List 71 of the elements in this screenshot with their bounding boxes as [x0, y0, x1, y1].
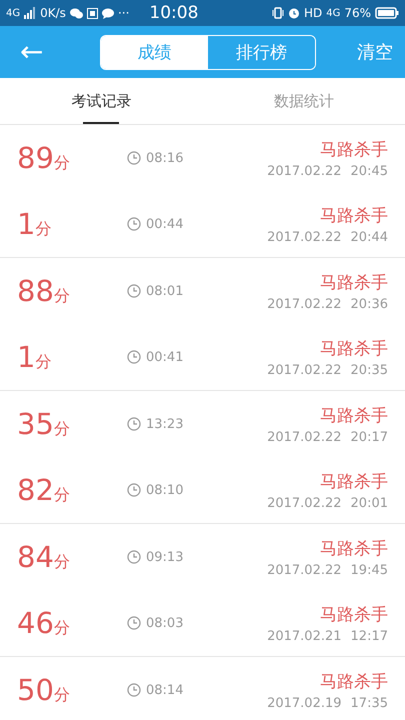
clock-icon — [127, 350, 141, 364]
record-date: 2017.02.22 — [267, 496, 342, 511]
score: 88分 — [17, 274, 71, 308]
record-time: 20:17 — [350, 430, 388, 445]
record-date: 2017.02.21 — [267, 628, 342, 644]
clock-icon — [127, 217, 141, 232]
duration: 00:41 — [146, 350, 184, 365]
score: 82分 — [17, 473, 71, 508]
score: 50分 — [17, 673, 71, 708]
record-date: 2017.02.22 — [267, 430, 342, 445]
record-time: 20:35 — [350, 362, 388, 378]
duration: 09:13 — [146, 550, 184, 565]
user-name: 马路杀手 — [320, 272, 388, 294]
duration: 08:14 — [146, 682, 184, 698]
user-name: 马路杀手 — [320, 538, 388, 560]
user-name: 马路杀手 — [320, 338, 388, 360]
record-time: 20:01 — [350, 496, 388, 511]
record-time: 20:36 — [350, 296, 388, 312]
user-name: 马路杀手 — [320, 604, 388, 626]
record-date: 2017.02.22 — [267, 296, 342, 312]
record-time: 19:45 — [350, 562, 388, 578]
score: 1分 — [17, 207, 52, 242]
hd-label: HD — [304, 6, 322, 20]
clock-icon — [127, 616, 141, 630]
record-date: 2017.02.22 — [267, 164, 342, 179]
duration: 08:16 — [146, 150, 184, 166]
network-label: 4G — [326, 8, 340, 18]
record-date: 2017.02.22 — [267, 362, 342, 378]
user-name: 马路杀手 — [320, 204, 388, 227]
clock-icon — [127, 550, 141, 564]
score: 46分 — [17, 606, 71, 640]
chat-icon — [70, 8, 83, 18]
vibrate-icon — [272, 7, 284, 19]
duration: 08:03 — [146, 616, 184, 631]
user-name: 马路杀手 — [320, 670, 388, 693]
record-time: 17:35 — [350, 696, 388, 711]
clock-icon — [127, 683, 141, 698]
record-date: 2017.02.19 — [267, 696, 342, 711]
user-name: 马路杀手 — [320, 470, 388, 493]
clock-icon — [127, 417, 141, 432]
duration: 00:44 — [146, 216, 184, 232]
signal-icon — [24, 7, 36, 19]
clock-icon — [127, 284, 141, 298]
clear-button[interactable]: 清空 — [357, 40, 393, 64]
clock-time: 10:08 — [149, 3, 198, 23]
duration: 13:23 — [146, 416, 184, 432]
battery-percent: 76% — [344, 6, 371, 20]
more-indicator: ··· — [118, 6, 130, 20]
record-time: 20:44 — [350, 230, 388, 245]
score: 89分 — [17, 141, 71, 176]
score: 1分 — [17, 340, 52, 374]
user-name: 马路杀手 — [320, 404, 388, 427]
clock-icon — [127, 151, 141, 166]
user-name: 马路杀手 — [320, 138, 388, 161]
network-label: 4G — [6, 8, 20, 18]
battery-icon — [375, 7, 399, 19]
record-date: 2017.02.22 — [267, 562, 342, 578]
score: 84分 — [17, 540, 71, 574]
record-time: 20:45 — [350, 164, 388, 179]
record-date: 2017.02.22 — [267, 230, 342, 245]
segment-tab[interactable]: 成绩 — [101, 36, 208, 68]
record-time: 12:17 — [350, 628, 388, 644]
alarm-icon — [288, 7, 300, 19]
score: 35分 — [17, 407, 71, 442]
network-speed: 0K/s — [40, 6, 66, 20]
duration: 08:01 — [146, 284, 184, 299]
duration: 08:10 — [146, 482, 184, 498]
clock-icon — [127, 483, 141, 498]
app-icon — [86, 8, 98, 18]
back-button[interactable]: ← — [20, 38, 44, 66]
message-icon — [102, 8, 114, 18]
